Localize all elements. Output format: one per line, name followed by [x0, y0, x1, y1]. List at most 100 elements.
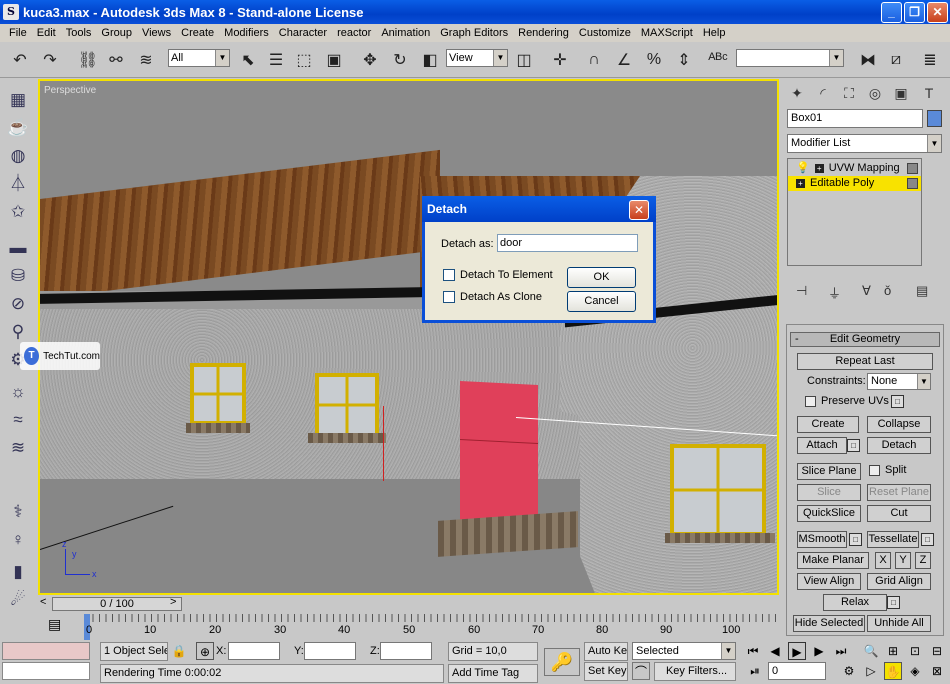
- constraints-dropdown[interactable]: None ▼: [867, 373, 931, 390]
- stack-item-editable-poly[interactable]: + Editable Poly: [788, 176, 921, 191]
- remove-modifier-icon[interactable]: ǒ: [884, 283, 891, 298]
- detach-button[interactable]: Detach: [867, 437, 931, 454]
- attach-list-button[interactable]: □: [847, 439, 860, 452]
- key-mode-icon[interactable]: 🔑: [544, 648, 580, 676]
- planar-x-button[interactable]: X: [875, 552, 891, 569]
- menu-group[interactable]: Group: [96, 27, 137, 39]
- menu-create[interactable]: Create: [176, 27, 219, 39]
- menu-animation[interactable]: Animation: [376, 27, 435, 39]
- maxscript-input[interactable]: [2, 662, 90, 680]
- track-bar[interactable]: ▤ 0 10 20 30 40 50 60 70 80 90 100: [38, 614, 779, 640]
- tessellate-settings-button[interactable]: □: [921, 533, 934, 546]
- hide-selected-button[interactable]: Hide Selected: [793, 615, 865, 632]
- undo-icon[interactable]: ↶: [8, 48, 32, 72]
- reference-coord-dropdown[interactable]: View ▼: [446, 49, 508, 67]
- reset-plane-button[interactable]: Reset Plane: [867, 484, 931, 501]
- view-align-button[interactable]: View Align: [797, 573, 861, 590]
- zoom-all-icon[interactable]: ⊞: [884, 642, 902, 660]
- angle-snap-icon[interactable]: ∠: [612, 48, 636, 72]
- menu-modifiers[interactable]: Modifiers: [219, 27, 274, 39]
- detach-name-input[interactable]: door: [497, 234, 638, 252]
- edit-named-selection-icon[interactable]: ᴬᴮᶜ: [706, 48, 730, 72]
- window-1[interactable]: [190, 363, 246, 425]
- msmooth-settings-button[interactable]: □: [849, 533, 862, 546]
- preserve-uvs-checkbox[interactable]: [805, 396, 816, 407]
- light-icon[interactable]: ☼: [5, 380, 31, 404]
- spinner-snap-icon[interactable]: ⇕: [672, 48, 696, 72]
- slice-button[interactable]: Slice: [797, 484, 861, 501]
- grid-align-button[interactable]: Grid Align: [867, 573, 931, 590]
- show-end-result-icon[interactable]: ⏚: [828, 283, 841, 302]
- rectangular-selection-icon[interactable]: ⬚: [292, 48, 316, 72]
- pin-stack-icon[interactable]: ⊣: [796, 283, 807, 299]
- configure-modifier-sets-icon[interactable]: ▤: [916, 283, 928, 299]
- zoom-icon[interactable]: 🔍: [862, 642, 880, 660]
- relax-settings-button[interactable]: □: [887, 596, 900, 609]
- select-object-icon[interactable]: ⬉: [236, 48, 260, 72]
- transform-mode-icon[interactable]: ⊕: [196, 642, 214, 660]
- quickslice-button[interactable]: QuickSlice: [797, 505, 861, 522]
- display-tab-icon[interactable]: ▣: [890, 82, 912, 104]
- object-color-swatch[interactable]: [927, 110, 942, 127]
- add-time-tag[interactable]: Add Time Tag: [448, 664, 538, 683]
- menu-tools[interactable]: Tools: [61, 27, 97, 39]
- curve-editor-icon[interactable]: ▤: [48, 616, 61, 633]
- key-filters-button[interactable]: Key Filters...: [654, 662, 736, 681]
- window-crossing-icon[interactable]: ▣: [322, 48, 346, 72]
- sphere-icon[interactable]: ◍: [5, 144, 31, 168]
- key-set-dropdown[interactable]: Selected ▼: [632, 642, 736, 660]
- viewport-label[interactable]: Perspective: [44, 85, 96, 96]
- detach-as-clone-checkbox[interactable]: Detach As Clone: [443, 291, 542, 303]
- minimize-button[interactable]: _: [881, 2, 902, 23]
- arc-rotate-icon[interactable]: ◈: [906, 662, 924, 680]
- bind-space-warp-icon[interactable]: ≋: [134, 48, 158, 72]
- menu-views[interactable]: Views: [137, 27, 176, 39]
- menu-character[interactable]: Character: [274, 27, 332, 39]
- set-key-button[interactable]: Set Key: [584, 662, 628, 681]
- close-button[interactable]: ✕: [927, 2, 948, 23]
- next-frame-button-icon[interactable]: ▶: [810, 642, 828, 660]
- next-frame-icon[interactable]: >: [170, 596, 176, 608]
- render-icon[interactable]: ☄: [5, 588, 31, 612]
- tessellate-button[interactable]: Tessellate: [867, 531, 919, 548]
- lightbulb-icon[interactable]: 💡: [796, 161, 810, 176]
- slice-plane-button[interactable]: Slice Plane: [797, 463, 861, 480]
- perspective-viewport[interactable]: z x y Perspective: [38, 79, 779, 595]
- cone-icon[interactable]: ⏃: [5, 172, 31, 196]
- create-button[interactable]: Create: [797, 416, 859, 433]
- maxscript-listener[interactable]: [2, 642, 90, 660]
- planar-z-button[interactable]: Z: [915, 552, 931, 569]
- expand-icon[interactable]: +: [796, 179, 805, 188]
- auto-key-button[interactable]: Auto Key: [584, 642, 628, 661]
- cancel-button[interactable]: Cancel: [567, 291, 636, 312]
- time-slider-thumb[interactable]: 0 / 100: [52, 597, 182, 611]
- prev-frame-button-icon[interactable]: ◀: [766, 642, 784, 660]
- unlink-icon[interactable]: ⚯: [104, 48, 128, 72]
- dialog-close-button[interactable]: ✕: [629, 200, 649, 220]
- z-coordinate-field[interactable]: [380, 642, 432, 660]
- preserve-uvs-settings-button[interactable]: □: [891, 395, 904, 408]
- y-coordinate-field[interactable]: [304, 642, 356, 660]
- motion-tab-icon[interactable]: ◎: [864, 82, 886, 104]
- repeat-last-button[interactable]: Repeat Last: [797, 353, 933, 370]
- menu-customize[interactable]: Customize: [574, 27, 636, 39]
- redo-icon[interactable]: ↷: [38, 48, 62, 72]
- percent-snap-icon[interactable]: %: [642, 48, 666, 72]
- maximize-viewport-icon[interactable]: ⊠: [928, 662, 946, 680]
- hierarchy-tab-icon[interactable]: ⛶: [838, 82, 860, 104]
- spacewarp-icon[interactable]: ≈: [5, 408, 31, 432]
- attach-button[interactable]: Attach: [797, 437, 847, 454]
- bones-icon[interactable]: ⚕: [5, 500, 31, 524]
- lock-icon[interactable]: 🔒: [170, 642, 188, 660]
- msmooth-button[interactable]: MSmooth: [797, 531, 847, 548]
- current-frame-field[interactable]: 0: [768, 662, 826, 680]
- rotate-icon[interactable]: ↻: [388, 48, 412, 72]
- door-object[interactable]: [460, 380, 538, 526]
- detach-to-element-checkbox[interactable]: Detach To Element: [443, 269, 553, 281]
- time-config-icon[interactable]: ⚙: [840, 662, 858, 680]
- make-unique-icon[interactable]: ∀: [862, 283, 871, 299]
- menu-graph-editors[interactable]: Graph Editors: [435, 27, 513, 39]
- create-box-icon[interactable]: ▦: [5, 88, 31, 112]
- prev-frame-icon[interactable]: <: [40, 596, 46, 608]
- menu-maxscript[interactable]: MAXScript: [636, 27, 698, 39]
